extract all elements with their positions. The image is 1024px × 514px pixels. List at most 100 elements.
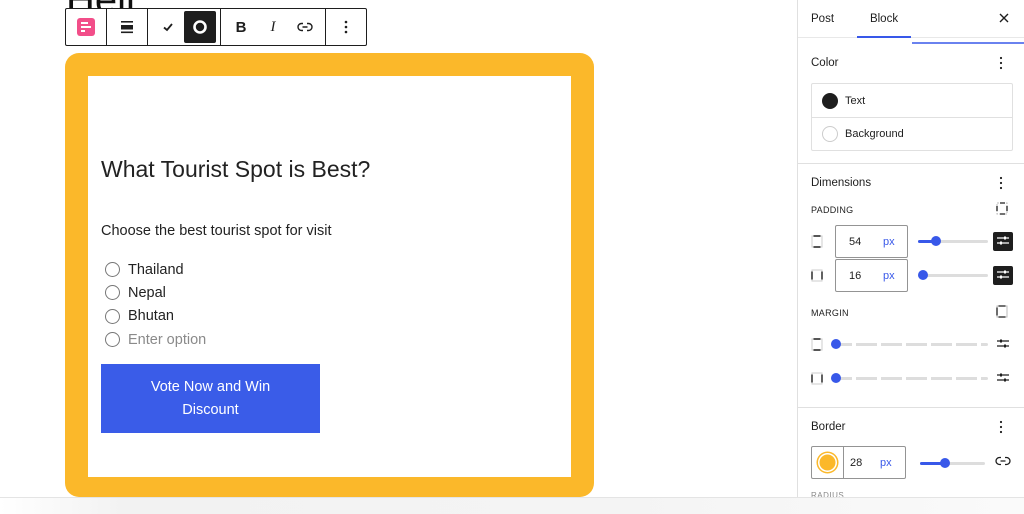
slider-thumb[interactable] [831,339,841,349]
vertical-sides-icon [811,338,823,351]
tab-post[interactable]: Post [798,0,847,38]
padding-vertical-value[interactable]: 54 [849,236,883,248]
toolbar-group-more [326,9,366,45]
slider-thumb[interactable] [831,373,841,383]
slider-thumb[interactable] [939,458,950,468]
editor-footer-bar [0,497,1024,514]
margin-vertical-slider[interactable] [831,339,988,349]
settings-sidebar: Post Block Color Text Background Dimensi… [797,0,1024,497]
poll-option[interactable]: Nepal [105,281,206,304]
align-icon [119,19,135,35]
margin-vertical-custom-button[interactable] [993,335,1013,354]
circle-icon [192,19,208,35]
close-icon [999,10,1009,28]
padding-vertical-custom-button[interactable] [993,232,1013,251]
more-vertical-icon [999,420,1003,438]
margin-horizontal-custom-button[interactable] [993,369,1013,388]
horizontal-sides-icon [811,372,823,385]
margin-unlink-sides-button[interactable] [996,305,1008,318]
border-color-swatch [818,453,837,472]
poll-option[interactable]: Thailand [105,258,206,281]
border-width-value[interactable]: 28 [850,457,880,469]
poll-option[interactable]: Bhutan [105,305,206,328]
check-button[interactable] [152,11,184,43]
padding-vertical-slider[interactable] [918,236,988,246]
radio-button[interactable] [105,308,120,324]
link-button[interactable] [289,11,321,43]
editor-canvas: Hell [0,0,797,497]
dimensions-panel-title: Dimensions [811,177,872,189]
settings-sliders-icon [996,370,1010,388]
border-width-control: 28 px [811,446,906,479]
color-item-text[interactable]: Text [812,84,1012,117]
border-width-slider[interactable] [920,458,985,468]
poll-description[interactable]: Choose the best tourist spot for visit [101,223,332,239]
poll-title[interactable]: What Tourist Spot is Best? [101,156,370,183]
padding-horizontal-input[interactable]: 16 px [835,259,908,292]
dimensions-panel-options-button[interactable] [999,176,1009,192]
tab-block[interactable]: Block [857,0,912,38]
radio-button[interactable] [105,262,120,278]
padding-horizontal-slider[interactable] [918,270,988,280]
radio-button[interactable] [105,332,120,348]
toolbar-group-align [107,9,148,45]
margin-label: MARGIN [811,308,849,318]
toolbar-group-format: B I [221,9,326,45]
check-icon [162,21,174,33]
slider-track [831,343,988,346]
link-icon [297,21,313,33]
more-vertical-icon [999,56,1003,74]
more-vertical-icon [344,20,348,34]
option-label[interactable]: Thailand [128,262,184,278]
option-label[interactable]: Nepal [128,285,166,301]
vote-button[interactable]: Vote Now and Win Discount [101,364,320,433]
padding-label: PADDING [811,205,854,215]
new-option-row[interactable]: Enter option [105,328,206,351]
border-width-unit[interactable]: px [880,457,892,469]
box-sides-icon [996,305,1008,322]
border-panel-options-button[interactable] [999,420,1009,436]
block-type-button[interactable] [70,11,102,43]
padding-vertical-unit[interactable]: px [883,236,895,248]
color-panel-title: Color [811,57,839,69]
dimensions-panel: Dimensions PADDING 54 px 16 px MARGIN [798,164,1024,408]
padding-horizontal-unit[interactable]: px [883,270,895,282]
padding-horizontal-custom-button[interactable] [993,266,1013,285]
padding-horizontal-value[interactable]: 16 [849,270,883,282]
circle-style-button[interactable] [184,11,216,43]
border-color-button[interactable] [812,447,844,478]
slider-track [831,377,988,380]
italic-button[interactable]: I [257,11,289,43]
close-sidebar-button[interactable] [996,11,1012,27]
radio-button[interactable] [105,285,120,301]
poll-block[interactable]: What Tourist Spot is Best? Choose the be… [65,53,594,497]
slider-thumb[interactable] [930,236,941,246]
color-item-background[interactable]: Background [812,117,1012,150]
bold-button[interactable]: B [225,11,257,43]
option-label[interactable]: Bhutan [128,308,174,324]
color-list: Text Background [811,83,1013,151]
bold-label: B [235,18,247,36]
more-vertical-icon [999,176,1003,194]
box-sides-icon [996,202,1008,219]
color-item-label: Text [845,94,866,107]
padding-unlink-sides-button[interactable] [996,202,1008,215]
link-icon [995,454,1011,472]
new-option-input[interactable]: Enter option [128,332,206,348]
poll-block-icon [77,18,95,36]
text-color-swatch [822,92,838,109]
settings-sliders-icon [996,233,1010,251]
sidebar-header: Post Block [798,0,1024,38]
horizontal-sides-icon [811,269,823,282]
slider-thumb[interactable] [918,270,928,280]
more-options-button[interactable] [330,11,362,43]
padding-vertical-input[interactable]: 54 px [835,225,908,258]
vertical-sides-icon [811,235,823,248]
align-button[interactable] [111,11,143,43]
margin-horizontal-slider[interactable] [831,373,988,383]
border-link-sides-button[interactable] [993,453,1013,472]
toolbar-group-style [148,9,221,45]
poll-inner: What Tourist Spot is Best? Choose the be… [88,76,571,477]
color-panel-options-button[interactable] [999,56,1009,72]
background-color-swatch [822,126,838,142]
